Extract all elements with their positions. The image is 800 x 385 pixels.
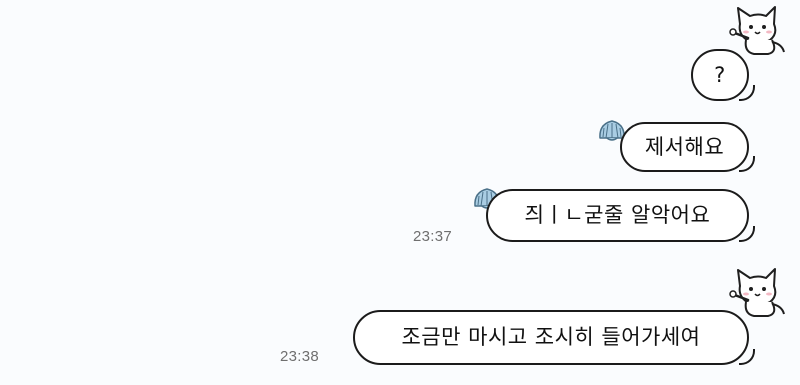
- message-bubble[interactable]: 제서해요: [620, 122, 749, 172]
- bubble-tail: [739, 226, 755, 242]
- message-bubble[interactable]: 조금만 마시고 조시히 들어가세여: [353, 310, 749, 365]
- cat-sticker-icon: [729, 268, 785, 317]
- bubble-tail: [739, 156, 755, 172]
- bubble-tail: [739, 85, 755, 101]
- message-text: 제서해요: [644, 134, 725, 159]
- bubble-tail: [739, 349, 755, 365]
- message-text: ?: [714, 62, 726, 87]
- cat-sticker-icon: [729, 6, 785, 55]
- message-timestamp: 23:38: [280, 348, 320, 365]
- message-text: 조금만 마시고 조시히 들어가세여: [401, 325, 701, 349]
- message-text: 즤ㅣㄴ굳줄 알악어요: [524, 203, 711, 227]
- message-timestamp: 23:37: [413, 228, 453, 245]
- message-bubble[interactable]: 즤ㅣㄴ굳줄 알악어요: [486, 189, 749, 242]
